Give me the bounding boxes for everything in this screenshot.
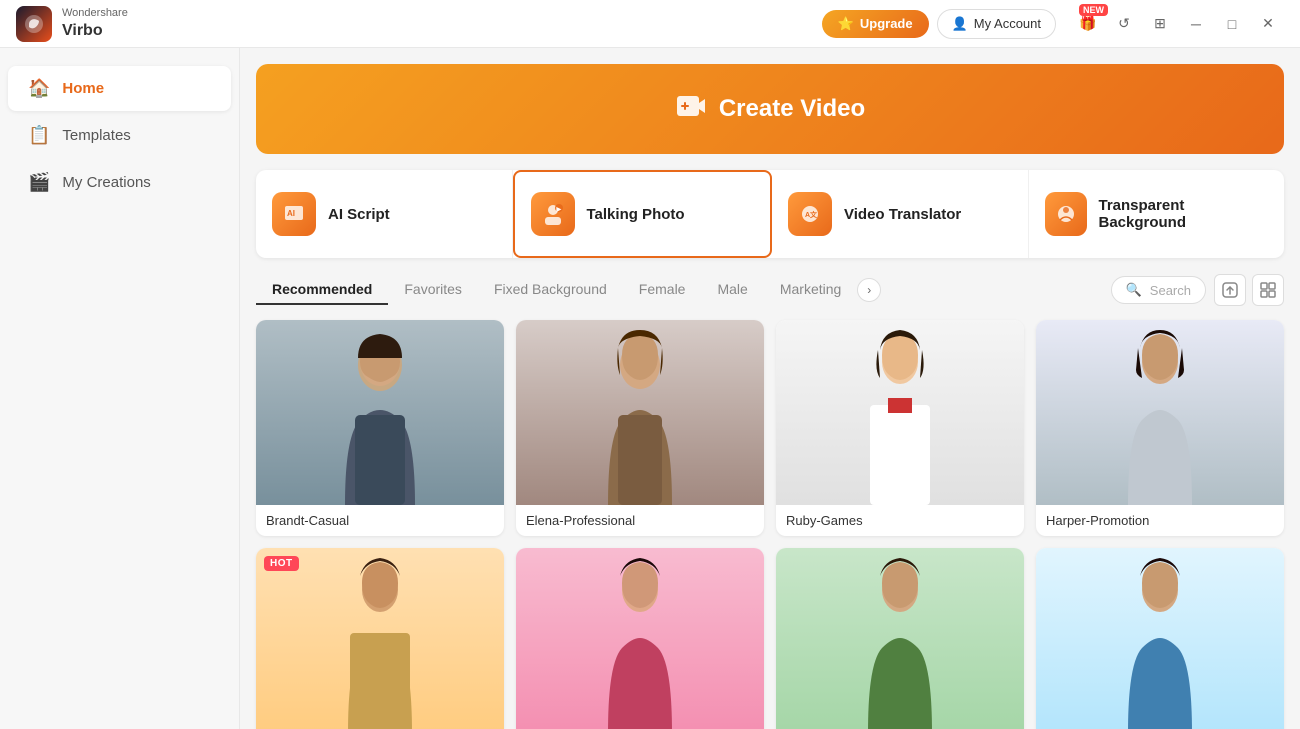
feature-card-video-translator[interactable]: A文 Video Translator (772, 170, 1029, 258)
sidebar-item-my-creations[interactable]: 🎬 My Creations (8, 160, 231, 205)
avatar-card-brandt[interactable]: Brandt-Casual (256, 320, 504, 536)
main-layout: 🏠 Home 📋 Templates 🎬 My Creations C (0, 48, 1300, 729)
feature-card-ai-script[interactable]: AI AI Script (256, 170, 513, 258)
avatar-label-brandt: Brandt-Casual (256, 505, 504, 536)
hot-badge-p2a: HOT (264, 556, 299, 571)
sidebar: 🏠 Home 📋 Templates 🎬 My Creations (0, 48, 240, 729)
avatar-card-harper[interactable]: Harper-Promotion (1036, 320, 1284, 536)
svg-text:A文: A文 (805, 210, 818, 219)
ai-script-icon: AI (272, 192, 316, 236)
tab-male[interactable]: Male (701, 275, 763, 305)
titlebar-icon-group: 🎁 NEW ↺ ⊞ ─ □ ✕ (1072, 8, 1284, 40)
svg-text:AI: AI (287, 209, 295, 218)
sidebar-item-home-label: Home (62, 80, 104, 97)
create-video-banner[interactable]: Create Video (256, 64, 1284, 154)
transparent-bg-icon (1045, 192, 1087, 236)
content-area: Create Video AI AI Script (240, 48, 1300, 729)
feature-card-transparent-bg[interactable]: Transparent Background (1029, 170, 1285, 258)
search-placeholder-text: Search (1150, 283, 1191, 298)
sidebar-item-creations-label: My Creations (62, 174, 150, 191)
avatar-card-p2c[interactable] (776, 548, 1024, 729)
minimize-button[interactable]: ─ (1180, 8, 1212, 40)
account-label: My Account (974, 16, 1041, 31)
tabs-action-icons (1214, 274, 1284, 306)
avatar-card-p2b[interactable] (516, 548, 764, 729)
avatar-img-p2a: HOT (256, 548, 504, 729)
search-bar[interactable]: 🔍 Search (1111, 276, 1206, 304)
avatar-label-elena: Elena-Professional (516, 505, 764, 536)
create-video-text: Create Video (719, 95, 865, 123)
logo-icon (16, 6, 52, 42)
titlebar: Wondershare Virbo ⭐ Upgrade 👤 My Account… (0, 0, 1300, 48)
avatar-img-ruby (776, 320, 1024, 505)
talking-photo-icon: ▶ (531, 192, 575, 236)
feature-card-talking-photo[interactable]: ▶ Talking Photo (513, 170, 773, 258)
avatar-img-p2c (776, 548, 1024, 729)
talking-photo-label: Talking Photo (587, 206, 685, 223)
avatar-card-elena[interactable]: Elena-Professional (516, 320, 764, 536)
avatar-img-brandt (256, 320, 504, 505)
avatar-card-p2d[interactable] (1036, 548, 1284, 729)
tabs-row: Recommended Favorites Fixed Background F… (256, 274, 1284, 306)
search-icon: 🔍 (1126, 282, 1142, 298)
tab-fixed-background[interactable]: Fixed Background (478, 275, 623, 305)
avatar-label-harper: Harper-Promotion (1036, 505, 1284, 536)
create-video-icon (675, 90, 707, 129)
tabs-chevron-button[interactable]: › (857, 278, 881, 302)
brand-name: Wondershare (62, 7, 128, 20)
sidebar-item-home[interactable]: 🏠 Home (8, 66, 231, 111)
my-account-button[interactable]: 👤 My Account (937, 9, 1056, 39)
tab-recommended[interactable]: Recommended (256, 275, 388, 305)
new-badge: NEW (1079, 4, 1108, 16)
grid-button[interactable]: ⊞ (1144, 8, 1176, 40)
logo: Wondershare Virbo (16, 6, 128, 42)
avatar-card-ruby[interactable]: Ruby-Games (776, 320, 1024, 536)
tab-favorites[interactable]: Favorites (388, 275, 478, 305)
avatar-card-p2a[interactable]: HOT (256, 548, 504, 729)
maximize-button[interactable]: □ (1216, 8, 1248, 40)
avatar-img-elena (516, 320, 764, 505)
titlebar-actions: ⭐ Upgrade 👤 My Account 🎁 NEW ↺ ⊞ ─ □ ✕ (822, 8, 1284, 40)
feature-cards-row: AI AI Script ▶ Talking Photo (256, 170, 1284, 258)
svg-text:▶: ▶ (555, 206, 561, 213)
upload-icon[interactable] (1214, 274, 1246, 306)
upgrade-icon: ⭐ (838, 16, 854, 32)
home-icon: 🏠 (28, 78, 50, 99)
product-name: Virbo (62, 21, 128, 40)
sidebar-item-templates[interactable]: 📋 Templates (8, 113, 231, 158)
avatar-grid: Brandt-Casual Elena-Profess (256, 320, 1284, 729)
logo-text: Wondershare Virbo (62, 7, 128, 39)
history-button[interactable]: ↺ (1108, 8, 1140, 40)
video-translator-icon: A文 (788, 192, 832, 236)
creations-icon: 🎬 (28, 172, 50, 193)
tab-marketing[interactable]: Marketing (764, 275, 857, 305)
avatar-img-p2b (516, 548, 764, 729)
account-icon: 👤 (952, 16, 968, 32)
templates-icon: 📋 (28, 125, 50, 146)
transparent-bg-label: Transparent Background (1099, 197, 1269, 231)
avatar-img-harper (1036, 320, 1284, 505)
ai-script-label: AI Script (328, 206, 390, 223)
avatar-label-ruby: Ruby-Games (776, 505, 1024, 536)
grid-view-icon[interactable] (1252, 274, 1284, 306)
close-button[interactable]: ✕ (1252, 8, 1284, 40)
tab-female[interactable]: Female (623, 275, 702, 305)
video-translator-label: Video Translator (844, 206, 961, 223)
upgrade-label: Upgrade (860, 16, 913, 31)
sidebar-item-templates-label: Templates (62, 127, 130, 144)
avatar-img-p2d (1036, 548, 1284, 729)
upgrade-button[interactable]: ⭐ Upgrade (822, 10, 929, 38)
